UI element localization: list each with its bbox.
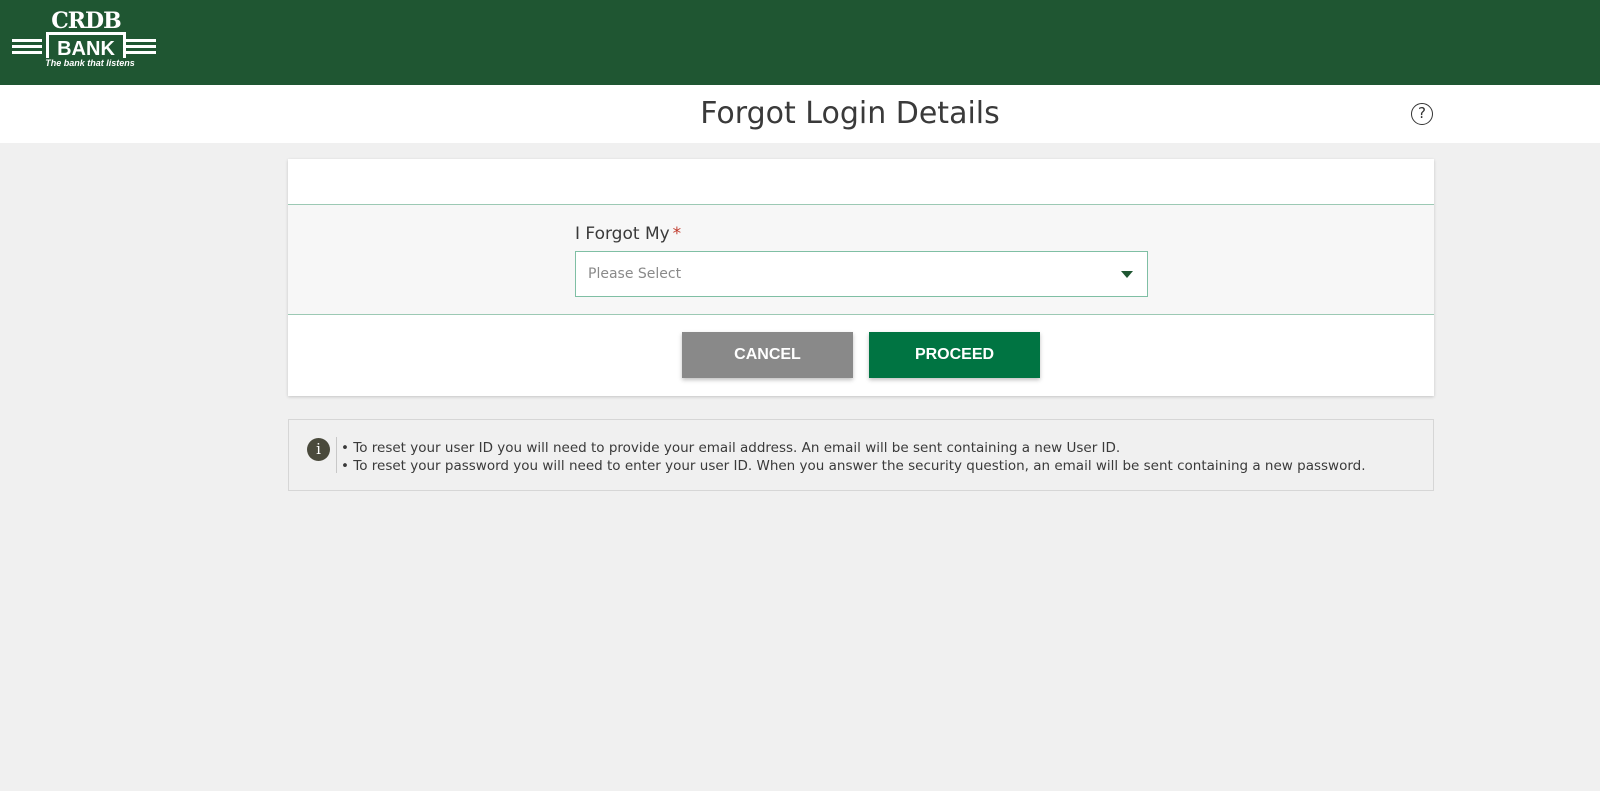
card-body: I Forgot My * Please Select	[288, 205, 1434, 315]
select-placeholder: Please Select	[588, 266, 682, 282]
logo-mark: CRDB	[51, 8, 121, 34]
logo-right-stripes	[126, 39, 156, 55]
crdb-bank-logo[interactable]: CRDB BANK The bank that listens	[10, 10, 160, 72]
info-line-password: • To reset your password you will need t…	[341, 458, 1366, 474]
help-icon[interactable]: ?	[1411, 103, 1433, 125]
info-divider	[336, 437, 337, 473]
cancel-button[interactable]: CANCEL	[682, 332, 853, 378]
card-actions: CANCEL PROCEED	[288, 315, 1434, 395]
info-icon: i	[307, 438, 330, 461]
page-title: Forgot Login Details	[700, 96, 1000, 131]
info-panel: i • To reset your user ID you will need …	[288, 419, 1434, 491]
info-lines: • To reset your user ID you will need to…	[341, 439, 1366, 475]
logo-tagline: The bank that listens	[30, 58, 150, 68]
info-line-user-id: • To reset your user ID you will need to…	[341, 440, 1121, 456]
caret-down-icon	[1121, 271, 1133, 278]
forgot-login-form-card: I Forgot My * Please Select CANCEL PROCEE…	[288, 159, 1434, 396]
forgot-type-select[interactable]: Please Select	[575, 251, 1148, 297]
card-header	[288, 159, 1434, 205]
title-bar: Forgot Login Details ?	[0, 85, 1600, 143]
logo-left-stripes	[12, 39, 42, 55]
forgot-field-label-text: I Forgot My	[575, 224, 670, 244]
required-marker: *	[672, 224, 682, 244]
top-header-bar: CRDB BANK The bank that listens	[0, 0, 1600, 85]
forgot-field-label: I Forgot My *	[575, 224, 681, 244]
proceed-button[interactable]: PROCEED	[869, 332, 1040, 378]
